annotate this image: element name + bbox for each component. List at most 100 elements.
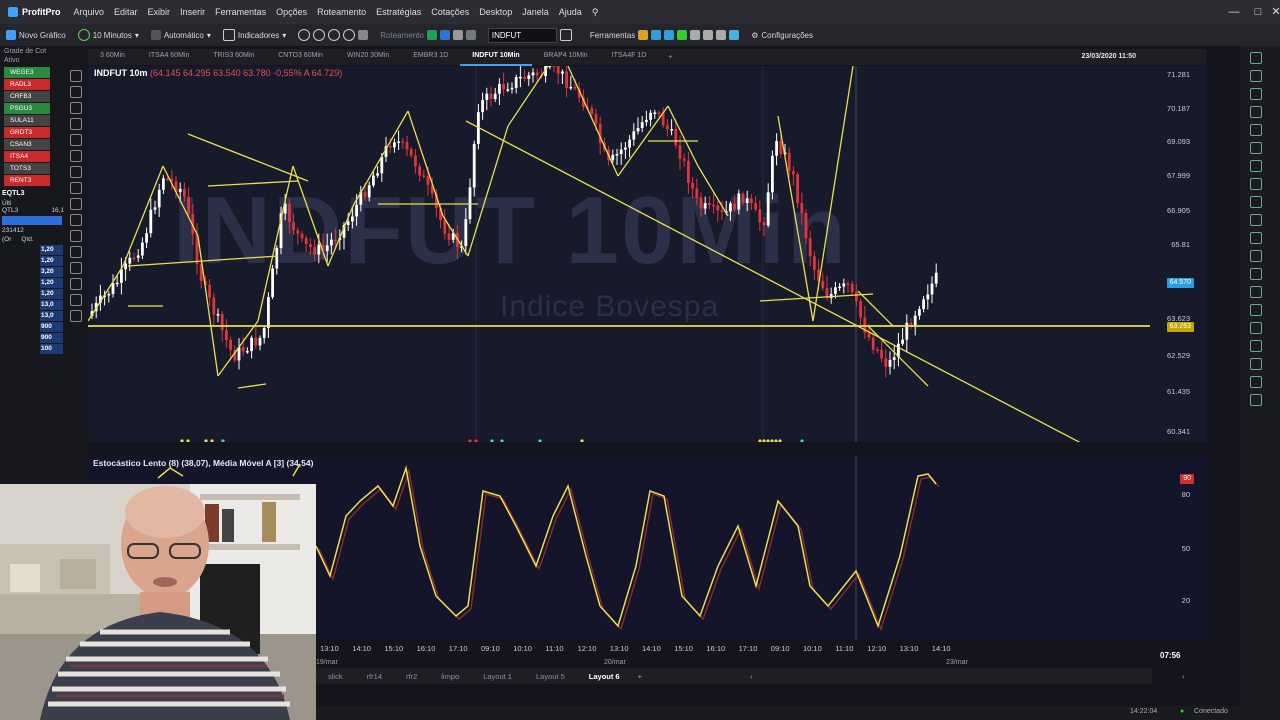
zoom-tools[interactable] xyxy=(292,24,374,46)
chart-tab[interactable]: ITSA4 60Min xyxy=(137,48,201,64)
settings-button[interactable]: ⚙ Configurações xyxy=(745,24,819,46)
candles-icon[interactable] xyxy=(452,30,463,40)
buy-icon[interactable] xyxy=(426,30,437,40)
tools-menu[interactable]: Ferramentas xyxy=(584,24,745,46)
eraser-icon[interactable] xyxy=(70,262,82,274)
chart-tab[interactable]: CNTO3 60Min xyxy=(266,48,335,64)
list-icon[interactable] xyxy=(559,29,572,41)
lock-draw-icon[interactable] xyxy=(70,278,82,290)
trash-icon[interactable] xyxy=(70,310,82,322)
text-tool-icon[interactable] xyxy=(1250,106,1262,118)
eye-tool-icon[interactable] xyxy=(1250,376,1262,388)
menu-desktop[interactable]: Desktop xyxy=(474,7,517,17)
chart-tab[interactable]: INDFUT 10Min xyxy=(460,48,532,66)
search-icon[interactable]: ⚲ xyxy=(587,7,604,18)
add-layout-icon[interactable]: + xyxy=(632,672,648,681)
close-icon[interactable]: ✕ xyxy=(1264,0,1280,24)
zoom-in-icon[interactable] xyxy=(298,29,311,41)
menu-opcoes[interactable]: Opções xyxy=(271,7,312,17)
measure-icon[interactable] xyxy=(1250,304,1262,316)
layout-tab[interactable]: limpo xyxy=(429,672,471,681)
scroll-left-icon[interactable]: ‹ xyxy=(744,672,759,681)
menu-editar[interactable]: Editar xyxy=(109,7,143,17)
magnet-tool-icon[interactable] xyxy=(1250,322,1262,334)
asset-row[interactable]: SULA11 xyxy=(4,115,50,126)
asset-row[interactable]: RADL3 xyxy=(4,79,50,90)
new-chart-button[interactable]: Novo Gráfico xyxy=(0,24,72,46)
eraser-tool-icon[interactable] xyxy=(1250,340,1262,352)
trend-line-icon[interactable] xyxy=(1250,124,1262,136)
camera-icon[interactable] xyxy=(703,30,714,40)
cursor-icon[interactable] xyxy=(1250,52,1262,64)
menu-exibir[interactable]: Exibir xyxy=(143,7,176,17)
add-tab-icon[interactable]: + xyxy=(658,54,682,61)
asset-row[interactable]: RENT3 xyxy=(4,175,50,186)
menu-ferramentas[interactable]: Ferramentas xyxy=(210,7,271,17)
order-icon[interactable] xyxy=(439,30,450,40)
asset-row[interactable]: CRFB3 xyxy=(4,91,50,102)
lock-icon[interactable] xyxy=(638,30,649,40)
symbol-input[interactable]: INDFUT xyxy=(482,24,578,46)
asset-row[interactable]: CSAN3 xyxy=(4,139,50,150)
mode-select[interactable]: Automático ▾ xyxy=(145,24,217,46)
crosshair-icon[interactable] xyxy=(343,29,356,41)
symbol-field[interactable]: INDFUT xyxy=(487,27,557,43)
price-chart[interactable]: INDFUT 10Min Indice Bovespa INDFUT 10m (… xyxy=(88,66,1206,442)
lock-tool-icon[interactable] xyxy=(1250,358,1262,370)
asset-row[interactable]: ITSA4 xyxy=(4,151,50,162)
grid-icon[interactable] xyxy=(358,30,369,40)
menu-janela[interactable]: Janela xyxy=(517,7,554,17)
eye-icon[interactable] xyxy=(70,294,82,306)
cart-icon[interactable] xyxy=(729,30,740,40)
asset-row[interactable]: PSGU3 xyxy=(4,103,50,114)
magnet-icon[interactable] xyxy=(70,246,82,258)
layout-tab[interactable]: slick xyxy=(316,672,355,681)
chart-tab[interactable]: 3 60Min xyxy=(88,48,137,64)
selected-row-bar[interactable] xyxy=(2,216,62,225)
pointer-icon[interactable] xyxy=(70,70,82,82)
asset-row[interactable]: WEGE3 xyxy=(4,67,50,78)
arrow-icon[interactable] xyxy=(70,214,82,226)
channel-tool-icon[interactable] xyxy=(1250,178,1262,190)
menu-arquivo[interactable]: Arquivo xyxy=(69,7,110,17)
refresh-icon[interactable] xyxy=(716,30,727,40)
circle-tool-icon[interactable] xyxy=(1250,232,1262,244)
arrow-up-icon[interactable] xyxy=(1250,268,1262,280)
arrow-down-icon[interactable] xyxy=(1250,286,1262,298)
chart-tab[interactable]: EMBR3 1D xyxy=(401,48,460,64)
rect-tool-icon[interactable] xyxy=(1250,214,1262,226)
channel-icon[interactable] xyxy=(70,166,82,178)
table-icon[interactable] xyxy=(690,30,701,40)
hand-icon[interactable] xyxy=(70,86,82,98)
rect-icon[interactable] xyxy=(70,182,82,194)
chart-tab[interactable]: TRIS3 60Min xyxy=(201,48,266,64)
menu-roteamento[interactable]: Roteamento xyxy=(312,7,371,17)
plus-icon[interactable] xyxy=(677,30,688,40)
asset-row[interactable]: TOTS3 xyxy=(4,163,50,174)
layout-tab[interactable]: rfr14 xyxy=(355,672,394,681)
layout-tab[interactable]: Layout 5 xyxy=(524,672,577,681)
menu-inserir[interactable]: Inserir xyxy=(175,7,210,17)
settings-tool-icon[interactable] xyxy=(1250,394,1262,406)
zoom-reset-icon[interactable] xyxy=(328,29,341,41)
chart-tab[interactable]: WIN20 30Min xyxy=(335,48,401,64)
routing-button[interactable]: Roteamento xyxy=(374,24,482,46)
minimize-icon[interactable]: — xyxy=(1222,0,1246,24)
menu-estrategias[interactable]: Estratégias xyxy=(371,7,426,17)
fib-tool-icon[interactable] xyxy=(1250,196,1262,208)
ruler-icon[interactable] xyxy=(70,230,82,242)
plus-tool-icon[interactable] xyxy=(1250,70,1262,82)
window-icon[interactable] xyxy=(664,30,675,40)
asset-row[interactable]: GRDT3 xyxy=(4,127,50,138)
zoom-out-icon[interactable] xyxy=(313,29,326,41)
menu-cotacoes[interactable]: Cotações xyxy=(426,7,474,17)
scroll-right-icon[interactable]: › xyxy=(1176,672,1191,681)
interval-select[interactable]: 10 Minutos ▾ xyxy=(72,24,145,46)
line-icon[interactable] xyxy=(70,118,82,130)
fib-icon[interactable] xyxy=(70,150,82,162)
pen-icon[interactable] xyxy=(1250,88,1262,100)
layout-tab[interactable]: Layout 6 xyxy=(577,672,632,681)
pie-icon[interactable] xyxy=(465,30,476,40)
indicators-button[interactable]: Indicadores ▾ xyxy=(217,24,292,46)
layout-icon[interactable] xyxy=(651,30,662,40)
